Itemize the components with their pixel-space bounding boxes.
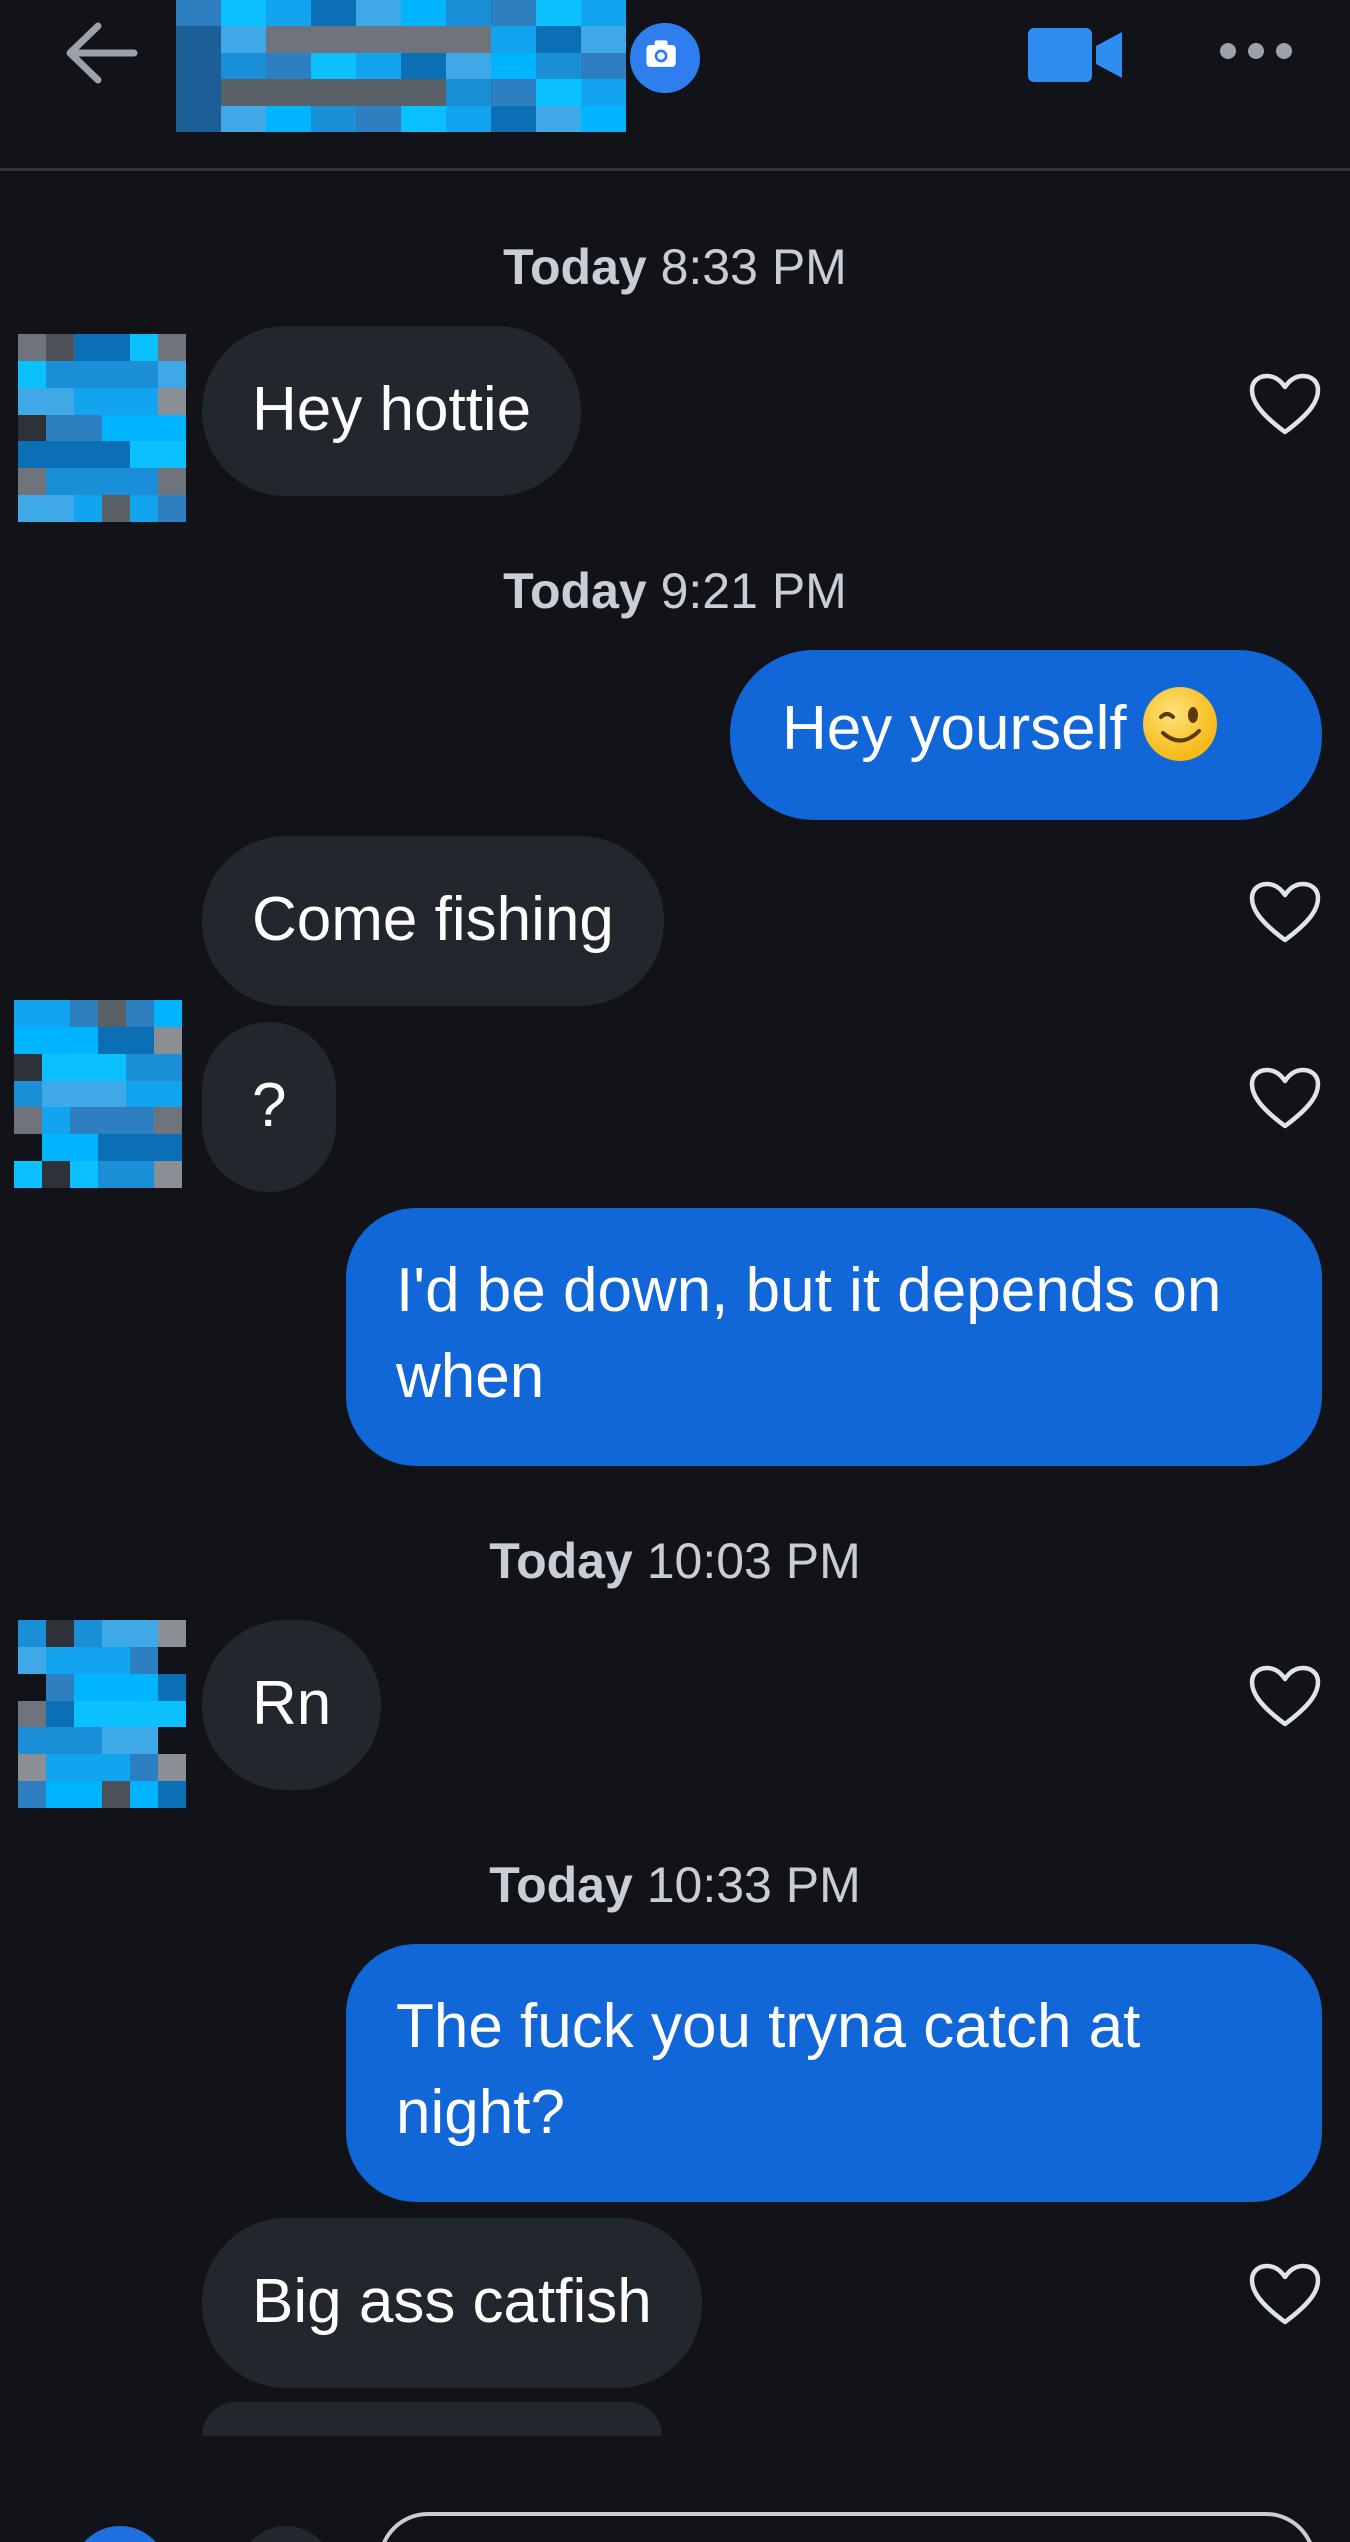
timestamp: Today 10:33 PM — [489, 1857, 861, 1913]
outgoing-message-bubble[interactable]: I'd be down, but it depends on when — [346, 1208, 1322, 1466]
winking-face-emoji — [1142, 687, 1217, 761]
incoming-message-bubble-partial[interactable] — [202, 2402, 662, 2436]
incoming-message-bubble[interactable]: Rn — [202, 1620, 382, 1790]
outgoing-message-bubble[interactable]: Hey yourself — [730, 650, 1322, 820]
heart-icon[interactable] — [1248, 880, 1322, 946]
camera-icon[interactable] — [627, 20, 703, 96]
timestamp: Today 10:03 PM — [489, 1533, 861, 1589]
heart-icon[interactable] — [1248, 2262, 1322, 2328]
heart-icon[interactable] — [1248, 372, 1322, 438]
avatar[interactable] — [18, 1620, 186, 1808]
timestamp: Today 8:33 PM — [503, 239, 847, 295]
heart-icon[interactable] — [1248, 1066, 1322, 1132]
message-input[interactable] — [378, 2512, 1316, 2542]
avatar[interactable] — [14, 1000, 182, 1188]
heart-icon[interactable] — [1248, 1664, 1322, 1730]
incoming-message-bubble[interactable]: Come fishing — [202, 836, 664, 1006]
incoming-message-bubble[interactable]: Big ass catfish — [202, 2218, 702, 2388]
avatar[interactable] — [18, 334, 186, 522]
chat-screen: Today 8:33 PM Hey hottie Today 9:21 PM H… — [0, 0, 1350, 2542]
arrow-left-icon[interactable] — [62, 20, 140, 86]
more-horizontal-icon[interactable] — [1218, 34, 1294, 68]
video-camera-icon[interactable] — [1026, 26, 1126, 84]
chat-header — [0, 0, 1350, 171]
outgoing-message-bubble[interactable]: The fuck you tryna catch at night? — [346, 1944, 1322, 2202]
incoming-message-bubble[interactable]: Hey hottie — [202, 326, 582, 496]
sticker-button[interactable] — [238, 2526, 334, 2542]
timestamp: Today 9:21 PM — [503, 563, 847, 619]
message-composer — [0, 2436, 1350, 2542]
contact-name — [176, 0, 177, 1]
contact-name-redacted[interactable] — [176, 0, 626, 132]
incoming-message-bubble[interactable]: ? — [202, 1022, 337, 1192]
gif-button[interactable] — [72, 2526, 168, 2542]
